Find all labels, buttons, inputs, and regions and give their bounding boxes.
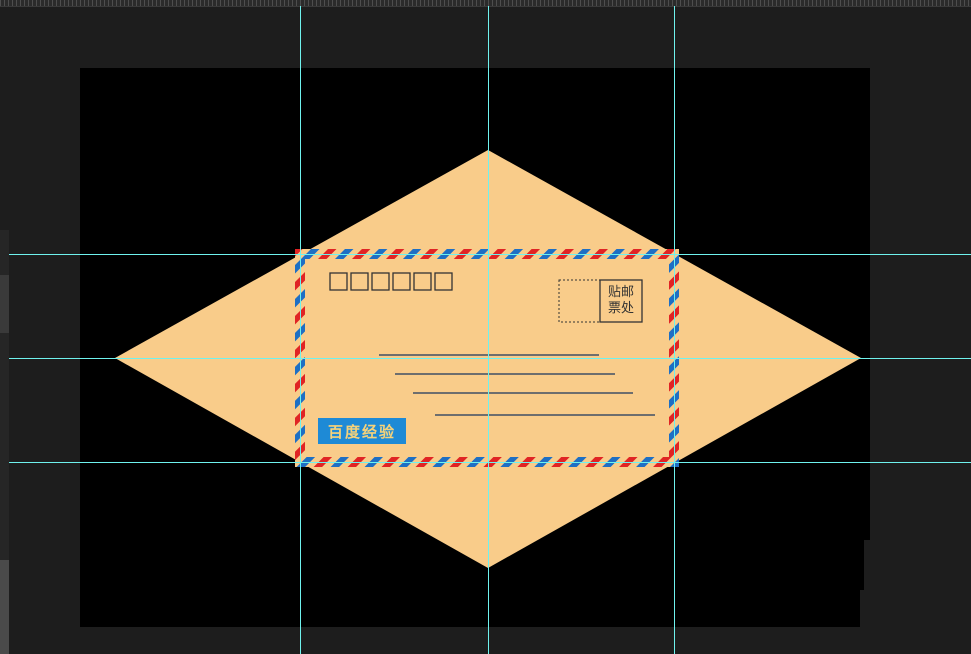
guide-horizontal-1[interactable] bbox=[9, 254, 971, 255]
guide-vertical-2[interactable] bbox=[488, 6, 489, 654]
stamp-label-line2: 票处 bbox=[607, 301, 634, 316]
overlay-panel-corner bbox=[740, 540, 971, 654]
stamp-label-line1: 贴邮 bbox=[607, 285, 634, 300]
brand-badge: 百度经验 bbox=[318, 418, 406, 444]
overlay-panel-upper bbox=[864, 540, 971, 590]
guide-horizontal-2[interactable] bbox=[9, 358, 971, 359]
guide-vertical-1[interactable] bbox=[300, 6, 301, 654]
stamp-label: 贴邮 票处 bbox=[600, 280, 642, 322]
overlay-panel-lower bbox=[860, 590, 971, 654]
guide-horizontal-3[interactable] bbox=[9, 462, 971, 463]
guide-vertical-3[interactable] bbox=[674, 6, 675, 654]
